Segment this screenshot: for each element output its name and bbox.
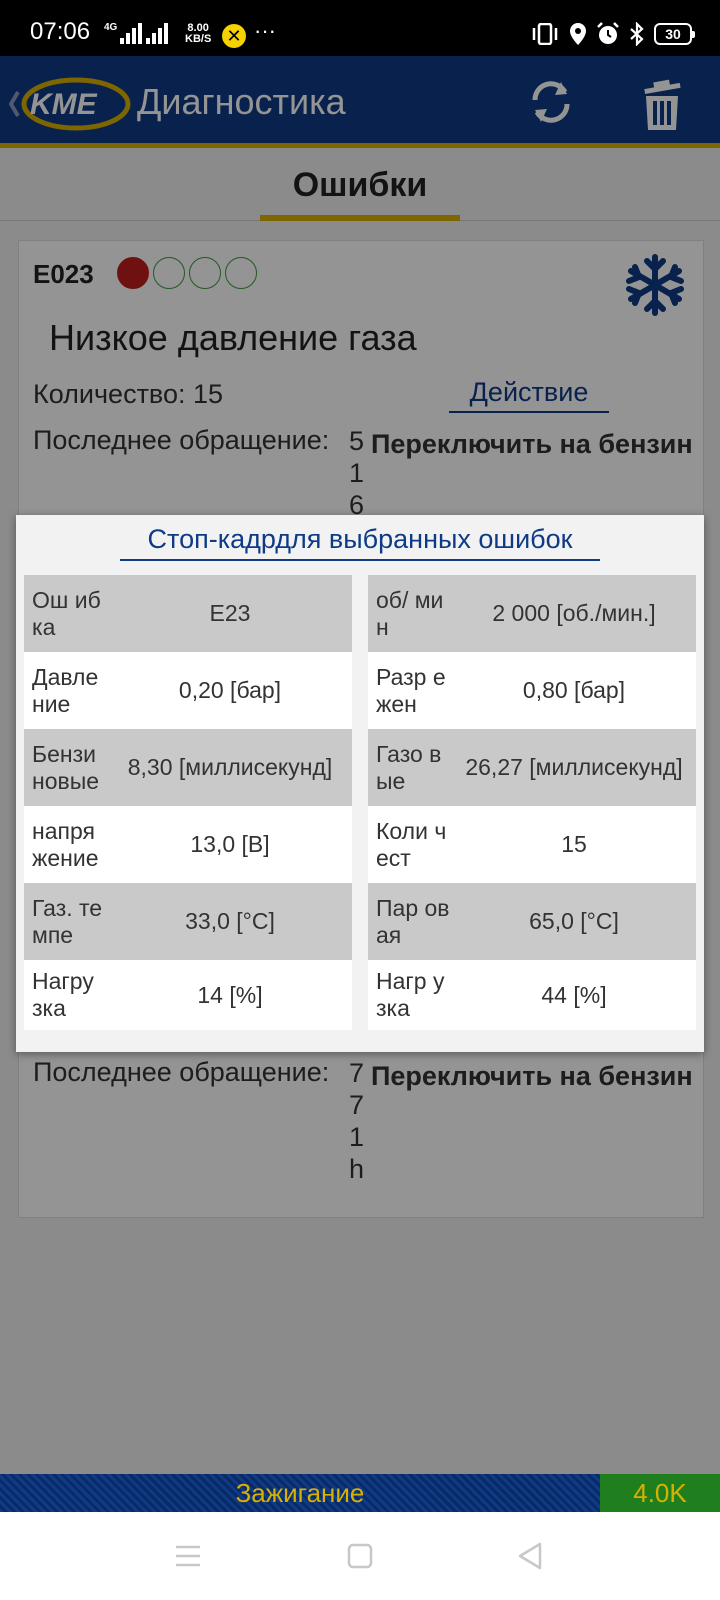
param-label: Разр ежен bbox=[376, 663, 446, 717]
signal-icon bbox=[146, 22, 168, 44]
bottom-status-strip: Зажигание 4.0K bbox=[0, 1474, 720, 1512]
signal-icon bbox=[120, 22, 142, 44]
param-label: Газ. темпе bbox=[32, 894, 103, 948]
param-value: 13,0 [В] bbox=[190, 831, 270, 857]
param-value: 44 [%] bbox=[541, 981, 607, 1008]
clock: 07:06 bbox=[30, 18, 91, 45]
home-icon[interactable] bbox=[346, 1542, 374, 1570]
param-value: 26,27 [миллисекунд] bbox=[465, 754, 683, 780]
param-value: 2 000 [об./мин.] bbox=[492, 600, 656, 626]
param-row: Ош ибка E23 bbox=[24, 575, 352, 652]
network-speed: 8.00 KB/S bbox=[185, 22, 212, 45]
param-value: E23 bbox=[209, 600, 251, 626]
param-row: Коли чест 15 bbox=[368, 806, 696, 883]
location-icon bbox=[570, 23, 586, 45]
param-value: 33,0 [°C] bbox=[185, 908, 275, 934]
param-row: Газо вые 26,27 [миллисекунд] bbox=[368, 729, 696, 806]
battery-icon: 30 bbox=[654, 23, 695, 45]
param-label: Пар овая bbox=[376, 894, 450, 948]
alarm-icon bbox=[597, 22, 619, 44]
param-row: Давле ние 0,20 [бар] bbox=[24, 652, 352, 729]
param-label: об/ мин bbox=[376, 586, 444, 640]
network-type: 4G bbox=[104, 22, 118, 33]
param-label: Нагру зка bbox=[32, 968, 94, 1021]
param-value: 15 bbox=[561, 831, 587, 857]
param-row: Бензи новые 8,30 [миллисекунд] bbox=[24, 729, 352, 806]
param-row: Пар овая 65,0 [°C] bbox=[368, 883, 696, 960]
param-value: 8,30 [миллисекунд] bbox=[127, 754, 333, 780]
vibrate-icon bbox=[532, 23, 558, 45]
param-label: Газо вые bbox=[376, 740, 442, 794]
param-label: Ош ибка bbox=[32, 586, 101, 640]
param-row: Нагр узка 44 [%] bbox=[368, 960, 696, 1030]
system-nav-bar bbox=[0, 1512, 720, 1600]
param-row: Разр ежен 0,80 [бар] bbox=[368, 652, 696, 729]
freeze-frame-right-column: об/ мин 2 000 [об./мин.] Разр ежен 0,80 … bbox=[368, 575, 696, 1030]
param-label: Давле ние bbox=[32, 663, 99, 717]
more-notifications-icon: ··· bbox=[254, 18, 276, 43]
param-label: Коли чест bbox=[376, 817, 447, 871]
param-row: напря жение 13,0 [В] bbox=[24, 806, 352, 883]
notification-icon: ✕ bbox=[222, 24, 246, 48]
param-label: напря жение bbox=[32, 817, 99, 871]
menu-icon[interactable] bbox=[174, 1542, 202, 1570]
freeze-frame-left-column: Ош ибка E23 Давле ние 0,20 [бар] Бензи н… bbox=[24, 575, 352, 1030]
param-label: Нагр узка bbox=[376, 968, 445, 1021]
back-icon[interactable] bbox=[516, 1541, 544, 1571]
status-bar: 07:06 4G 8.00 KB/S ✕ ··· 30 bbox=[0, 0, 720, 56]
param-row: Газ. темпе 33,0 [°C] bbox=[24, 883, 352, 960]
ignition-indicator: Зажигание bbox=[0, 1474, 600, 1512]
freeze-frame-dialog: Стоп-кадрдля выбранных ошибок Ош ибка E2… bbox=[16, 515, 704, 1052]
param-value: 65,0 [°C] bbox=[529, 908, 619, 934]
param-label: Бензи новые bbox=[32, 740, 100, 794]
dialog-title: Стоп-кадрдля выбранных ошибок bbox=[120, 519, 600, 561]
k-value-indicator: 4.0K bbox=[600, 1474, 720, 1512]
param-row: об/ мин 2 000 [об./мин.] bbox=[368, 575, 696, 652]
param-value: 14 [%] bbox=[197, 981, 263, 1008]
status-icons: 30 bbox=[530, 22, 695, 46]
bluetooth-icon bbox=[630, 22, 644, 46]
param-row: Нагру зка 14 [%] bbox=[24, 960, 352, 1030]
param-value: 0,20 [бар] bbox=[178, 677, 282, 703]
param-value: 0,80 [бар] bbox=[522, 677, 626, 703]
